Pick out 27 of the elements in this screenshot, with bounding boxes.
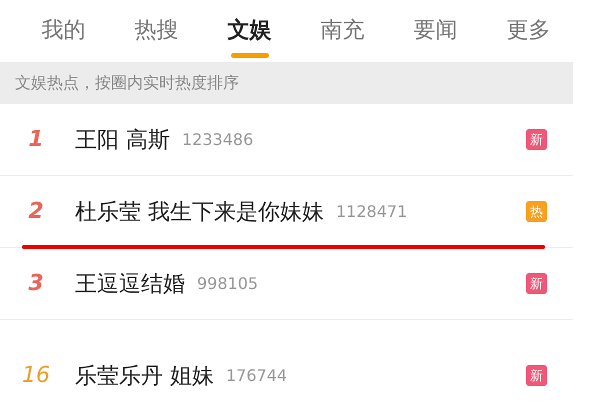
tab[interactable]: 热搜: [110, 0, 203, 62]
tab[interactable]: 文娱: [203, 0, 296, 62]
status-badge: 新: [526, 273, 547, 294]
info-banner: 文娱热点，按圈内实时热度排序: [0, 62, 573, 104]
tab[interactable]: 更多: [482, 0, 575, 62]
rank-number: 16: [21, 363, 51, 388]
rank-number: 1: [27, 127, 45, 152]
heat-count: 1233486: [182, 130, 254, 149]
heat-count: 1128471: [336, 202, 408, 221]
topic-title: 王逗逗结婚: [75, 270, 185, 298]
heat-count: 176744: [226, 366, 288, 385]
status-badge: 新: [526, 365, 547, 386]
rank-number: 3: [27, 271, 45, 296]
trending-row[interactable]: 1 王阳 高斯 1233486 新: [0, 104, 573, 176]
trending-row[interactable]: 16 乐莹乐丹 姐妹 176744 新: [0, 340, 573, 407]
tab[interactable]: 南充: [296, 0, 389, 62]
topic-title: 杜乐莹 我生下来是你妹妹: [75, 198, 324, 226]
tab[interactable]: 我的: [17, 0, 110, 62]
tab[interactable]: 要闻: [389, 0, 482, 62]
heat-count: 998105: [197, 274, 258, 293]
status-badge: 热: [526, 201, 547, 222]
trending-row[interactable]: 2 杜乐莹 我生下来是你妹妹 1128471 热: [0, 176, 573, 248]
status-badge: 新: [526, 129, 547, 150]
topic-title: 王阳 高斯: [75, 126, 170, 154]
topic-title: 乐莹乐丹 姐妹: [75, 362, 214, 390]
trending-row[interactable]: 3 王逗逗结婚 998105 新: [0, 248, 573, 320]
rank-number: 2: [27, 199, 45, 224]
